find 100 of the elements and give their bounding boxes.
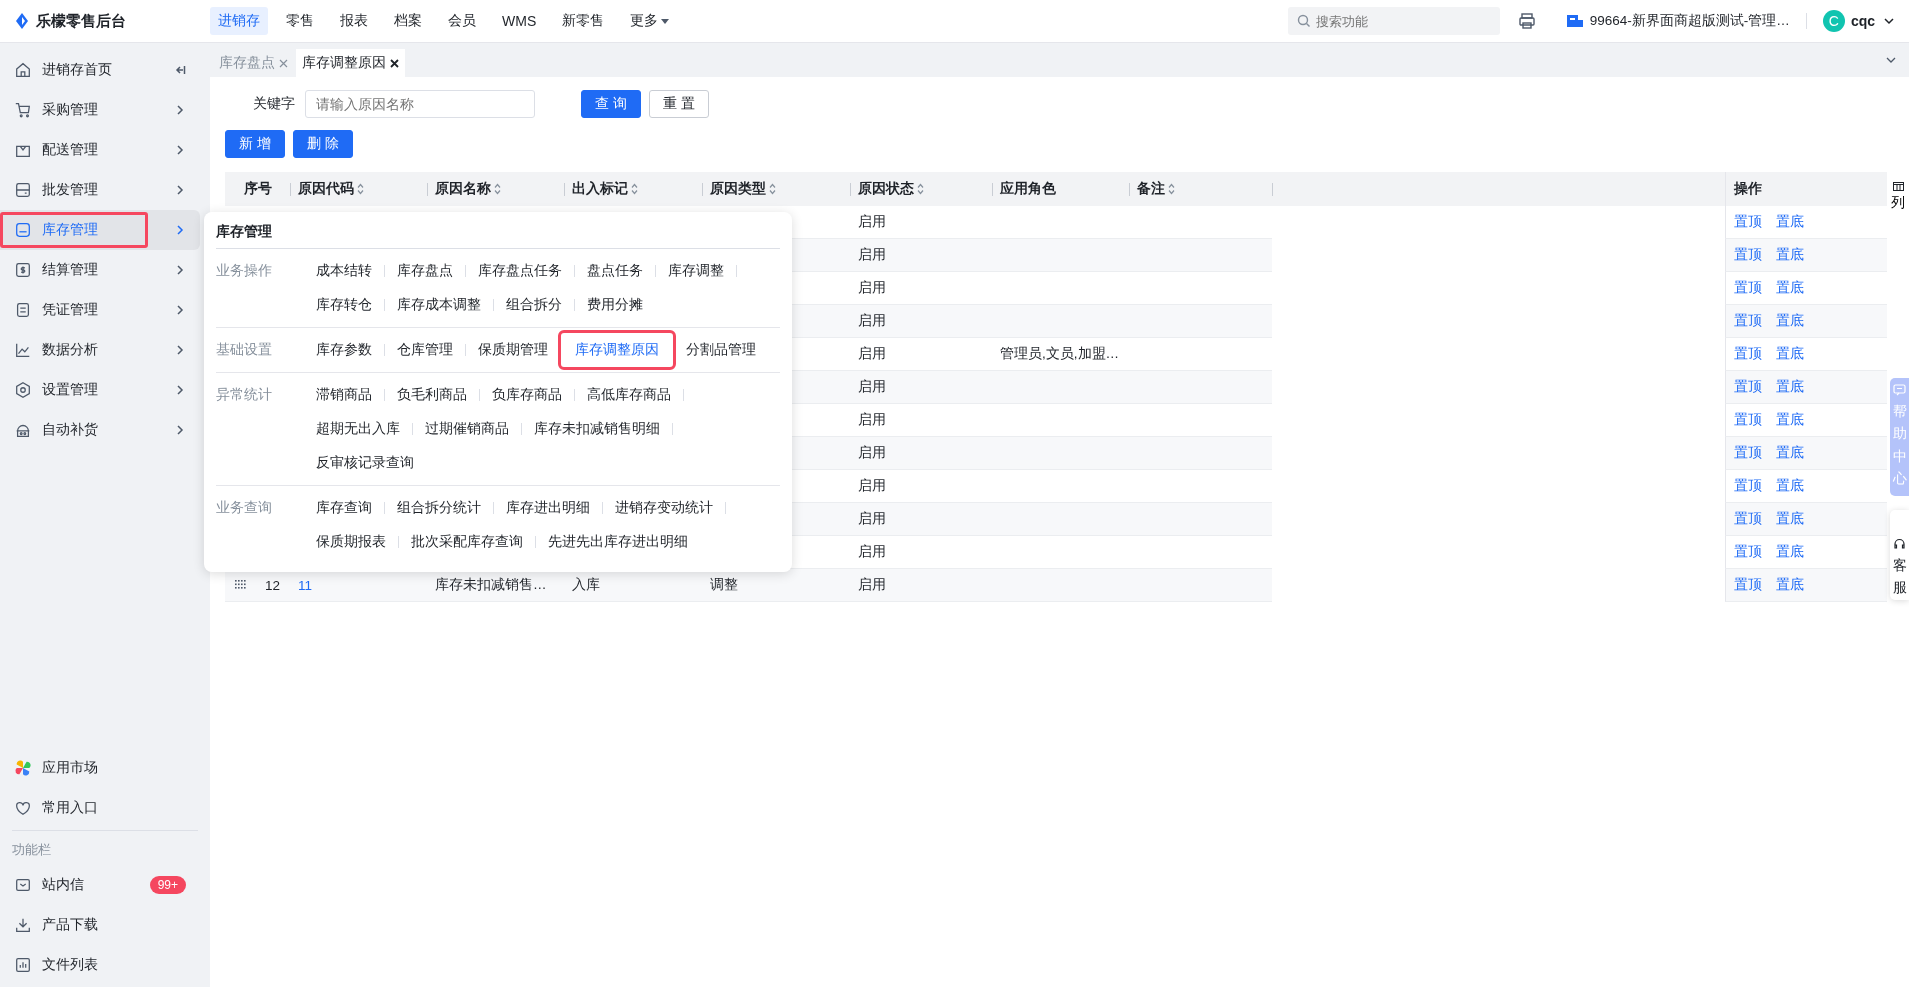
menu-item[interactable]: 负毛利商品 xyxy=(385,380,479,410)
sidebar-item[interactable]: 设置管理 xyxy=(0,370,200,410)
menu-item[interactable]: 保质期管理 xyxy=(466,335,560,365)
menu-item[interactable]: 库存未扣减销售明细 xyxy=(522,414,672,444)
pin-top-link[interactable]: 置顶 xyxy=(1734,576,1762,594)
drag-handle-icon[interactable] xyxy=(235,580,247,590)
nav-tab[interactable]: WMS xyxy=(494,7,545,35)
collapse-icon[interactable] xyxy=(174,64,186,76)
sidebar-item[interactable]: 采购管理 xyxy=(0,90,200,130)
user-name[interactable]: cqc xyxy=(1850,13,1875,29)
query-button[interactable]: 查 询 xyxy=(581,90,641,118)
pin-top-link[interactable]: 置顶 xyxy=(1734,411,1762,429)
app-title: 乐檬零售后台 xyxy=(36,11,126,31)
pin-bottom-link[interactable]: 置底 xyxy=(1776,444,1804,462)
pin-top-link[interactable]: 置顶 xyxy=(1734,378,1762,396)
menu-item[interactable]: 库存进出明细 xyxy=(494,493,602,523)
pin-bottom-link[interactable]: 置底 xyxy=(1776,213,1804,231)
pin-bottom-link[interactable]: 置底 xyxy=(1776,246,1804,264)
pin-bottom-link[interactable]: 置底 xyxy=(1776,576,1804,594)
column-settings-button[interactable]: 列 xyxy=(1891,182,1905,212)
pin-bottom-link[interactable]: 置底 xyxy=(1776,345,1804,363)
pin-top-link[interactable]: 置顶 xyxy=(1734,444,1762,462)
section-label: 异常统计 xyxy=(216,386,273,404)
reset-button[interactable]: 重 置 xyxy=(648,90,709,118)
menu-item[interactable]: 仓库管理 xyxy=(385,335,465,365)
menu-item[interactable]: 库存成本调整 xyxy=(385,290,493,320)
pin-bottom-link[interactable]: 置底 xyxy=(1776,378,1804,396)
menu-item[interactable]: 库存盘点任务 xyxy=(466,256,574,286)
pin-bottom-link[interactable]: 置底 xyxy=(1776,411,1804,429)
nav-tab[interactable]: 更多 xyxy=(622,7,678,35)
menu-item[interactable]: 负库存商品 xyxy=(480,380,574,410)
keyword-field[interactable]: 请输入原因名称 xyxy=(305,90,535,118)
menu-item[interactable]: 滞销商品 xyxy=(304,380,384,410)
menu-item[interactable]: 高低库存商品 xyxy=(575,380,683,410)
add-button[interactable]: 新 增 xyxy=(225,130,285,158)
sidebar-item[interactable]: 进销存首页 xyxy=(0,50,200,90)
menu-item[interactable]: 库存调整 xyxy=(656,256,736,286)
menu-item[interactable]: 超期无出入库 xyxy=(304,414,412,444)
nav-tab[interactable]: 新零售 xyxy=(554,7,613,35)
sidebar-item[interactable]: 产品下载 xyxy=(0,905,200,945)
delete-button[interactable]: 删 除 xyxy=(292,130,353,158)
pin-top-link[interactable]: 置顶 xyxy=(1734,246,1762,264)
nav-tab[interactable]: 进销存 xyxy=(210,7,268,35)
search-field[interactable]: 搜索功能 xyxy=(1287,7,1500,35)
nav-tab[interactable]: 会员 xyxy=(440,7,484,35)
pin-bottom-link[interactable]: 置底 xyxy=(1776,543,1804,561)
cell-text: 启用 xyxy=(858,477,886,495)
sidebar-item[interactable]: 库存管理 xyxy=(0,210,200,250)
pin-top-link[interactable]: 置顶 xyxy=(1734,213,1762,231)
row-number: 12 xyxy=(264,577,280,593)
store-name[interactable]: 99664-新界面商超版测试-管理… xyxy=(1589,12,1790,30)
customer-service-tab[interactable]: 客服 xyxy=(1890,510,1909,600)
menu-item[interactable]: 分割品管理 xyxy=(674,335,768,365)
menu-item[interactable]: 成本结转 xyxy=(304,256,384,286)
menu-item[interactable]: 库存查询 xyxy=(304,493,384,523)
pin-top-link[interactable]: 置顶 xyxy=(1734,312,1762,330)
pin-top-link[interactable]: 置顶 xyxy=(1734,477,1762,495)
cell-text: 启用 xyxy=(858,444,886,462)
pin-top-link[interactable]: 置顶 xyxy=(1734,279,1762,297)
sidebar-item[interactable]: 自动补货 xyxy=(0,410,200,450)
menu-item[interactable]: 费用分摊 xyxy=(575,290,655,320)
code-link[interactable]: 11 xyxy=(298,577,312,593)
menu-item[interactable]: 保质期报表 xyxy=(304,527,398,557)
pin-top-link[interactable]: 置顶 xyxy=(1734,345,1762,363)
printer-icon[interactable] xyxy=(1517,12,1536,30)
sidebar-item[interactable]: 数据分析 xyxy=(0,330,200,370)
sidebar-item[interactable]: 结算管理 xyxy=(0,250,200,290)
pin-bottom-link[interactable]: 置底 xyxy=(1776,279,1804,297)
sidebar-item[interactable]: 应用市场 xyxy=(0,748,200,788)
pin-top-link[interactable]: 置顶 xyxy=(1734,510,1762,528)
menu-item[interactable]: 库存调整原因 xyxy=(561,333,673,367)
menu-item[interactable]: 进销存变动统计 xyxy=(603,493,725,523)
pin-bottom-link[interactable]: 置底 xyxy=(1776,477,1804,495)
cell-text: 启用 xyxy=(858,411,886,429)
pin-bottom-link[interactable]: 置底 xyxy=(1776,312,1804,330)
sidebar-item[interactable]: 常用入口 xyxy=(0,788,200,828)
menu-item[interactable]: 过期催销商品 xyxy=(413,414,521,444)
nav-tab[interactable]: 档案 xyxy=(386,7,430,35)
menu-item[interactable]: 库存盘点 xyxy=(385,256,465,286)
menu-item[interactable]: 组合拆分统计 xyxy=(385,493,493,523)
menu-item[interactable]: 盘点任务 xyxy=(575,256,655,286)
sidebar-item[interactable]: 站内信 99+ xyxy=(0,865,200,905)
sidebar-item[interactable]: 配送管理 xyxy=(0,130,200,170)
menu-item[interactable]: 库存参数 xyxy=(304,335,384,365)
menu-item[interactable]: 库存转仓 xyxy=(304,290,384,320)
nav-tab[interactable]: 零售 xyxy=(278,7,322,35)
sidebar-item[interactable]: 文件列表 xyxy=(0,945,200,985)
nav-tab[interactable]: 报表 xyxy=(332,7,376,35)
menu-item[interactable]: 反审核记录查询 xyxy=(304,448,426,478)
page-tab[interactable]: 库存调整原因 xyxy=(296,49,405,77)
sidebar-item[interactable]: 批发管理 xyxy=(0,170,200,210)
menu-item[interactable]: 先进先出库存进出明细 xyxy=(536,527,700,557)
pin-top-link[interactable]: 置顶 xyxy=(1734,543,1762,561)
field-label: 关键字 xyxy=(252,95,295,113)
chevron-down-icon[interactable] xyxy=(1883,15,1895,27)
pin-bottom-link[interactable]: 置底 xyxy=(1776,510,1804,528)
sidebar-item[interactable]: 凭证管理 xyxy=(0,290,200,330)
close-icon[interactable] xyxy=(390,58,399,68)
menu-item[interactable]: 组合拆分 xyxy=(494,290,574,320)
menu-item[interactable]: 批次采配库存查询 xyxy=(399,527,535,557)
